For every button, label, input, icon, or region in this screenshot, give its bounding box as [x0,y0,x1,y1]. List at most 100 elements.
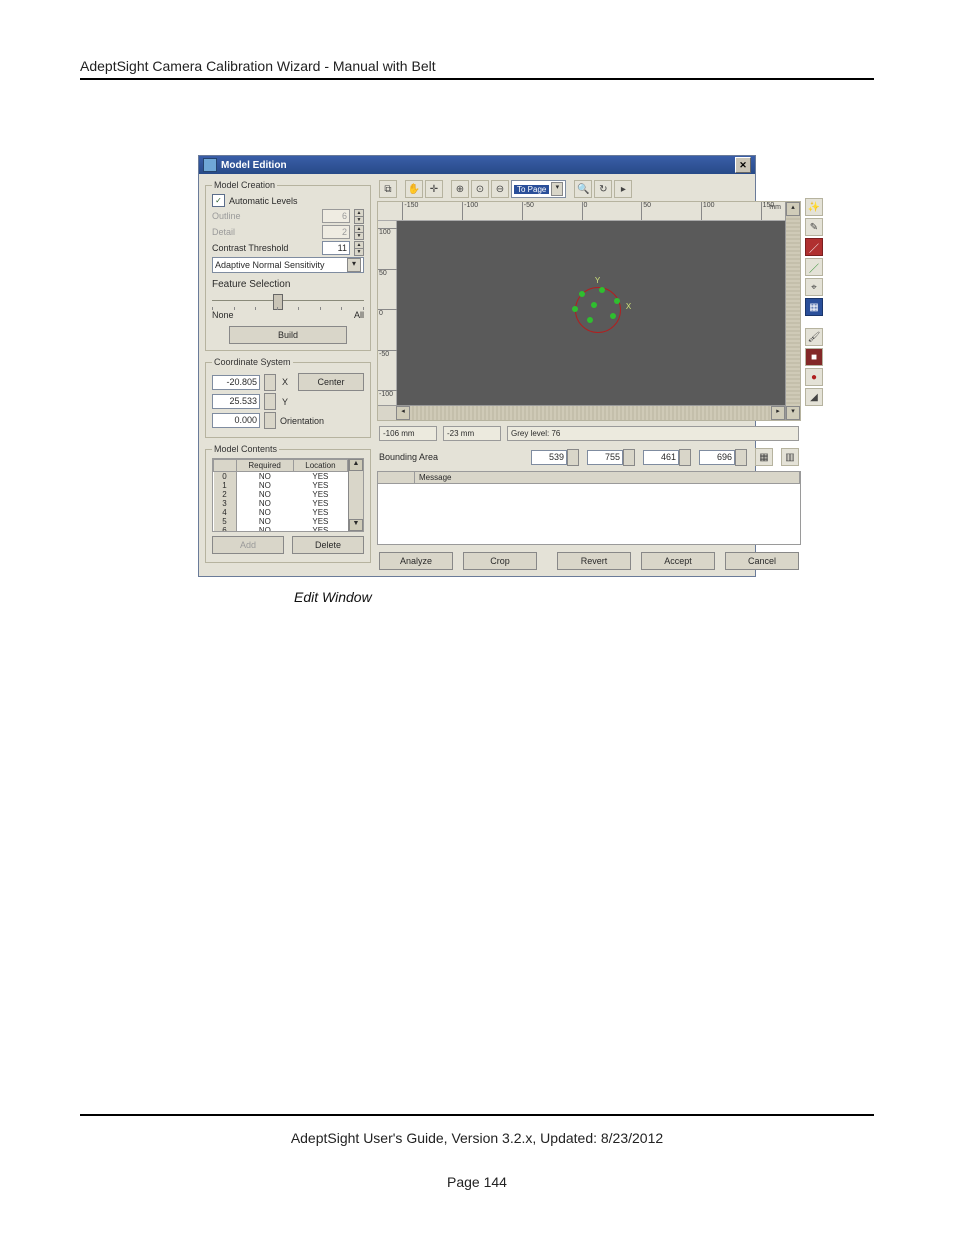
close-icon[interactable]: ✕ [735,157,751,173]
scroll-right-icon[interactable]: ▸ [771,406,785,420]
bbox-4-input[interactable]: 696 [699,450,735,465]
copy-icon[interactable]: ⧉ [379,180,397,198]
viewer-toolbar: ⧉ ✋ ✛ ⊕ ⊙ ⊖ To Page ▾ [377,180,801,198]
scroll-down-icon[interactable]: ▾ [786,406,800,420]
feature-selection-slider[interactable] [212,294,364,308]
delete-button[interactable]: Delete [292,536,364,554]
axis-x-label: X [626,302,631,311]
grid2-icon[interactable]: ▥ [781,448,799,466]
detail-stepper: ▲▼ [354,225,364,239]
model-contents-legend: Model Contents [212,444,279,454]
table-row[interactable]: 6NOYES [214,526,348,532]
coord-y-input[interactable]: 25.533 [212,394,260,409]
scroll-down-icon[interactable]: ▼ [349,519,363,531]
automatic-levels-checkbox[interactable]: ✓ Automatic Levels [212,194,364,207]
scroll-up-icon[interactable]: ▲ [349,459,363,471]
grid-icon[interactable]: ▦ [755,448,773,466]
coord-y-stepper[interactable] [264,393,276,410]
status-x: -106 mm [379,426,437,441]
bbox-1-stepper[interactable] [567,449,579,466]
coord-x-input[interactable]: -20.805 [212,375,260,390]
bbox-2-stepper[interactable] [623,449,635,466]
eraser-icon[interactable]: ✎ [805,218,823,236]
crop-button[interactable]: Crop [463,552,537,570]
coord-x-stepper[interactable] [264,374,276,391]
pointer-icon[interactable]: ▸ [614,180,632,198]
bbox-1-input[interactable]: 539 [531,450,567,465]
detail-label: Detail [212,227,318,237]
triangle-icon[interactable]: ◢ [805,388,823,406]
model-creation-legend: Model Creation [212,180,277,190]
bbox-4-stepper[interactable] [735,449,747,466]
scroll-left-icon[interactable]: ◂ [396,406,410,420]
table-row[interactable]: 1NOYES [214,481,348,490]
outline-label: Outline [212,211,318,221]
bbox-3-input[interactable]: 461 [643,450,679,465]
image-canvas[interactable]: X Y [397,221,785,405]
zoom-area-icon[interactable]: 🔍 [574,180,592,198]
outline-input: 6 [322,209,350,223]
contrast-threshold-label: Contrast Threshold [212,243,318,253]
scroll-up-icon[interactable]: ▴ [786,202,800,216]
coordinate-system-legend: Coordinate System [212,357,293,367]
coord-orientation-input[interactable]: 0.000 [212,413,260,428]
table-row[interactable]: 3NOYES [214,499,348,508]
table-row[interactable]: 2NOYES [214,490,348,499]
red-line-icon[interactable]: ／ [805,238,823,256]
green-line-icon[interactable]: ／ [805,258,823,276]
chevron-down-icon: ▾ [551,182,563,196]
status-grey: Grey level: 76 [507,426,799,441]
rotate-icon[interactable]: ↻ [594,180,612,198]
contrast-threshold-stepper[interactable]: ▲▼ [354,241,364,255]
zoom-select[interactable]: To Page ▾ [511,180,566,198]
accept-button[interactable]: Accept [641,552,715,570]
outline-stepper: ▲▼ [354,209,364,223]
analyze-button[interactable]: Analyze [379,552,453,570]
model-contents-table[interactable]: Required Location 0NOYES1NOYES2NOYES3NOY… [212,458,364,532]
feature-selection-label: Feature Selection [212,279,364,290]
hand-icon[interactable]: ✋ [405,180,423,198]
table-row[interactable]: 4NOYES [214,508,348,517]
side-toolbar: ✨ ✎ ／ ／ ⌖ ▦ 🖌 ■ ● ◢ [805,180,821,570]
horizontal-scrollbar[interactable]: ◂ ▸ [378,405,785,420]
detail-input: 2 [322,225,350,239]
titlebar[interactable]: Model Edition ✕ [199,156,755,174]
page-header: AdeptSight Camera Calibration Wizard - M… [0,0,954,95]
cancel-button[interactable]: Cancel [725,552,799,570]
revert-button[interactable]: Revert [557,552,631,570]
page-number: Page 144 [80,1174,874,1190]
zoom-in-icon[interactable]: ⊕ [451,180,469,198]
wand-icon[interactable]: ✨ [805,198,823,216]
zoom-out-icon[interactable]: ⊖ [491,180,509,198]
message-pane[interactable]: Message [377,471,801,545]
bounding-area-row: Bounding Area 539 755 461 696 ▦ ▥ [377,446,801,468]
circle-icon[interactable]: ● [805,368,823,386]
coord-orientation-stepper[interactable] [264,412,276,429]
center-button[interactable]: Center [298,373,364,391]
status-bar: -106 mm -23 mm Grey level: 76 [377,424,801,443]
target-icon[interactable]: ⌖ [805,278,823,296]
image-viewer[interactable]: -150-100-50050100150 mm 100500-50-100 [377,201,801,421]
zoom-100-icon[interactable]: ⊙ [471,180,489,198]
sensitivity-select[interactable]: Adaptive Normal Sensitivity ▾ [212,257,364,273]
vertical-scrollbar[interactable]: ▴ ▾ [785,202,800,420]
figure-caption: Edit Window [0,589,954,605]
coordinate-system-group: Coordinate System -20.805 X Center 25.53… [205,357,371,438]
table-row[interactable]: 0NOYES [214,472,348,482]
grid-blue-icon[interactable]: ▦ [805,298,823,316]
model-edition-dialog: Model Edition ✕ Model Creation ✓ Automat… [198,155,756,577]
chevron-down-icon: ▾ [347,258,361,272]
add-button: Add [212,536,284,554]
build-button[interactable]: Build [229,326,347,344]
bbox-3-stepper[interactable] [679,449,691,466]
header-title: AdeptSight Camera Calibration Wizard - M… [80,58,436,74]
brush-icon[interactable]: 🖌 [805,328,823,346]
square-icon[interactable]: ■ [805,348,823,366]
table-row[interactable]: 5NOYES [214,517,348,526]
table-scrollbar[interactable]: ▲ ▼ [348,459,363,531]
crosshair-icon[interactable]: ✛ [425,180,443,198]
checkmark-icon: ✓ [212,194,225,207]
contrast-threshold-input[interactable]: 11 [322,241,350,255]
page-footer: AdeptSight User's Guide, Version 3.2.x, … [0,1095,954,1250]
bbox-2-input[interactable]: 755 [587,450,623,465]
